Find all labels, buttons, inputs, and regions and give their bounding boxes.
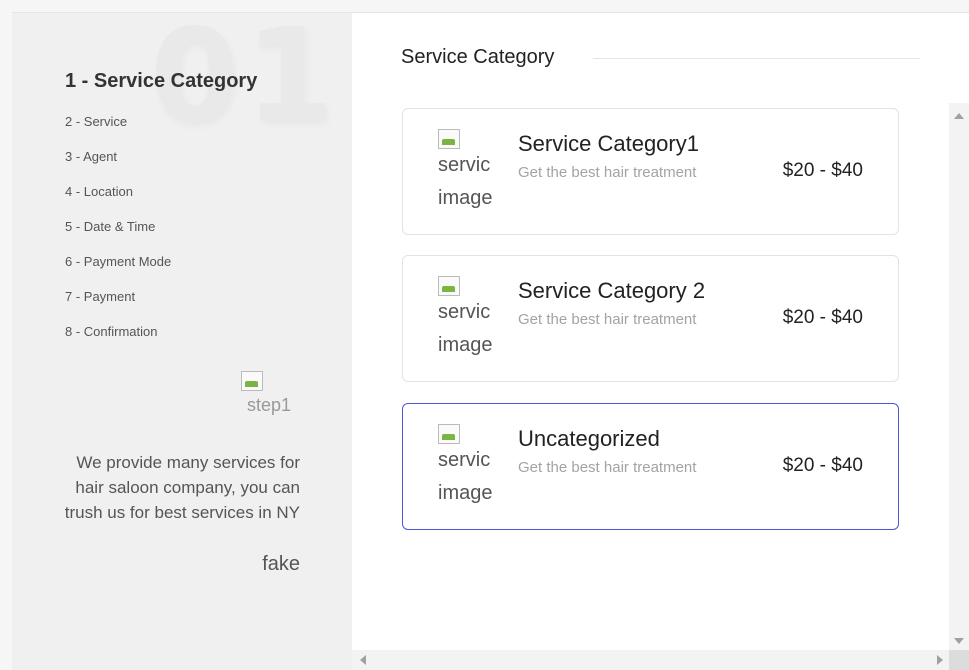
service-image-alt: servic image xyxy=(438,449,493,504)
card-subtitle: Get the best hair treatment xyxy=(518,164,697,181)
step-description: We provide many services for hair saloon… xyxy=(64,453,300,522)
card-subtitle: Get the best hair treatment xyxy=(518,311,697,328)
card-price: $20 - $40 xyxy=(782,307,863,328)
step-item-agent: 3 - Agent xyxy=(65,149,118,164)
service-category-card[interactable]: servic image Service Category1 Get the b… xyxy=(402,108,899,235)
card-title: Uncategorized xyxy=(518,426,660,451)
steps-sidebar: 01 1 - Service Category 2 - Service 3 - … xyxy=(12,13,352,670)
section-heading: Service Category xyxy=(401,46,555,68)
step-item-payment-mode: 6 - Payment Mode xyxy=(65,254,172,269)
horizontal-scrollbar[interactable] xyxy=(352,650,949,670)
vertical-scrollbar[interactable] xyxy=(949,103,969,650)
scroll-up-icon[interactable] xyxy=(954,113,964,119)
step-extra-text: fake xyxy=(262,553,300,575)
booking-wizard: 01 1 - Service Category 2 - Service 3 - … xyxy=(12,12,969,670)
service-image: servic image xyxy=(438,129,496,211)
heading-divider xyxy=(593,58,920,59)
broken-image-icon xyxy=(438,424,460,444)
service-category-card-selected[interactable]: servic image Uncategorized Get the best … xyxy=(402,403,899,530)
scroll-left-icon[interactable] xyxy=(360,655,366,665)
card-price: $20 - $40 xyxy=(782,160,863,181)
service-image: servic image xyxy=(438,424,496,506)
service-image-alt: servic image xyxy=(438,154,493,209)
card-price: $20 - $40 xyxy=(782,455,863,476)
step-item-service: 2 - Service xyxy=(65,114,128,129)
broken-image-icon xyxy=(438,129,460,149)
scroll-right-icon[interactable] xyxy=(937,655,943,665)
card-subtitle: Get the best hair treatment xyxy=(518,459,697,476)
step-image-alt: step1 xyxy=(247,395,292,415)
service-image-alt: servic image xyxy=(438,301,493,356)
service-image: servic image xyxy=(438,276,496,358)
step-item-payment: 7 - Payment xyxy=(65,289,136,304)
card-title: Service Category 2 xyxy=(518,278,706,303)
steps-list: 2 - Service 3 - Agent 4 - Location 5 - D… xyxy=(65,114,171,359)
card-title: Service Category1 xyxy=(518,131,699,156)
main-content: Service Category servic image Service Ca… xyxy=(352,13,969,670)
broken-image-icon xyxy=(438,276,460,296)
active-step-label: 1 - Service Category xyxy=(65,70,258,92)
scrollbar-corner xyxy=(949,650,969,670)
step-item-location: 4 - Location xyxy=(65,184,133,199)
step-item-confirmation: 8 - Confirmation xyxy=(65,324,158,339)
step-item-date-time: 5 - Date & Time xyxy=(65,219,156,234)
step-image: step1 xyxy=(241,371,301,417)
service-category-card[interactable]: servic image Service Category 2 Get the … xyxy=(402,255,899,382)
scroll-down-icon[interactable] xyxy=(954,638,964,644)
broken-image-icon xyxy=(241,371,263,391)
